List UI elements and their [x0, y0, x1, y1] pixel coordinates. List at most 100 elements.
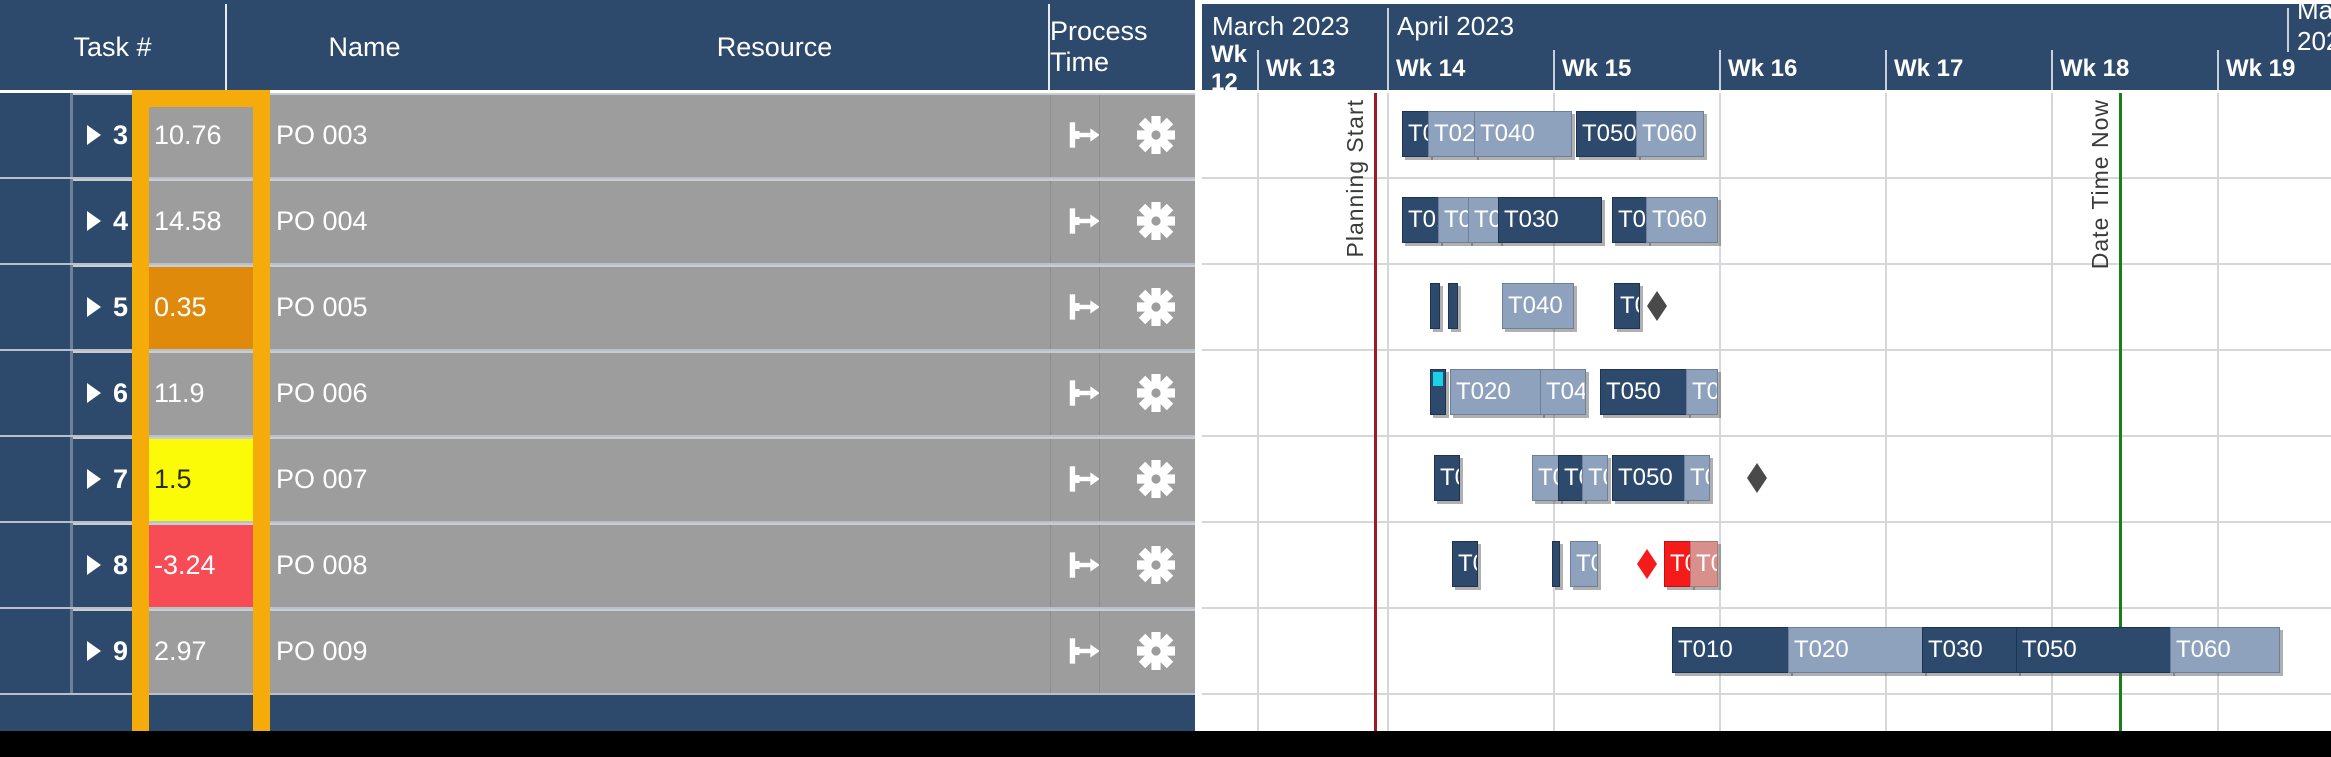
milestone-diamond-icon[interactable]	[1632, 541, 1662, 587]
row-gutter	[0, 437, 70, 521]
task-name-cell[interactable]: PO 005	[261, 265, 1051, 349]
row-gutter	[0, 179, 70, 263]
gantt-bar[interactable]	[1430, 369, 1446, 415]
column-header-task-number[interactable]: Task #	[0, 4, 225, 90]
timeline-week-7: Wk 18	[2060, 55, 2130, 82]
gantt-bar[interactable]	[1552, 541, 1560, 587]
gantt-bar[interactable]	[1430, 283, 1440, 329]
task-name-cell[interactable]: PO 006	[261, 351, 1051, 435]
gantt-bar[interactable]: T020	[1450, 369, 1542, 415]
gantt-bar[interactable]: T060	[1686, 369, 1718, 415]
gantt-bar[interactable]: T060	[1684, 455, 1710, 501]
gantt-bar[interactable]: T010	[1434, 455, 1460, 501]
gantt-bar[interactable]: T020	[1570, 541, 1598, 587]
gantt-chart: March 2023April 2023May 2023Wk 12Wk 13Wk…	[1202, 0, 2331, 757]
task-number-cell[interactable]: 8	[73, 523, 138, 607]
expand-arrow-icon[interactable]	[86, 125, 101, 145]
task-name-cell[interactable]: PO 008	[261, 523, 1051, 607]
expand-arrow-icon[interactable]	[86, 555, 101, 575]
start-to-finish-icon[interactable]	[1065, 288, 1103, 326]
task-number-cell[interactable]: 3	[73, 93, 138, 177]
gear-icon[interactable]	[1137, 202, 1175, 240]
expand-arrow-icon[interactable]	[86, 383, 101, 403]
column-header-process-time[interactable]: Process Time	[1050, 4, 1195, 90]
task-name-label: PO 008	[276, 549, 368, 580]
gantt-bar[interactable]: T050	[1612, 455, 1686, 501]
task-grid-header: Task # Name Resource Process Time	[0, 4, 1195, 90]
row-gutter	[0, 351, 70, 435]
start-to-finish-icon[interactable]	[1065, 546, 1103, 584]
column-header-resource[interactable]: Resource	[502, 4, 1047, 90]
start-to-finish-icon[interactable]	[1065, 374, 1103, 412]
gridline-horizontal	[1202, 607, 2331, 609]
expand-arrow-icon[interactable]	[86, 641, 101, 661]
task-number-label: 9	[112, 635, 128, 666]
gear-icon[interactable]	[1137, 374, 1175, 412]
expand-arrow-icon[interactable]	[86, 469, 101, 489]
gantt-canvas[interactable]: Planning StartDate Time NowT010T020T040T…	[1202, 93, 2331, 731]
task-name-cell[interactable]: PO 009	[261, 609, 1051, 693]
milestone-diamond-icon[interactable]	[1642, 283, 1672, 329]
gantt-bar[interactable]: T020	[1428, 111, 1476, 157]
row-action-icons	[1051, 179, 1195, 263]
gantt-bar[interactable]	[1448, 283, 1458, 329]
task-name-cell[interactable]: PO 003	[261, 93, 1051, 177]
gantt-bar[interactable]: T060	[2170, 627, 2280, 673]
milestone-diamond-icon[interactable]	[1742, 455, 1772, 501]
gantt-bar[interactable]: T025	[1468, 197, 1500, 243]
timeline-month-2: April 2023	[1397, 10, 1515, 41]
gantt-bar[interactable]: T060	[1636, 111, 1704, 157]
icon-cell-divider-1	[1099, 93, 1100, 177]
week-divider	[1387, 50, 1389, 90]
task-number-cell[interactable]: 9	[73, 609, 138, 693]
gear-icon[interactable]	[1137, 632, 1175, 670]
gantt-bar[interactable]: T030	[1558, 455, 1584, 501]
gantt-bar[interactable]: T050	[1612, 197, 1648, 243]
start-to-finish-icon[interactable]	[1065, 632, 1103, 670]
gantt-bar[interactable]: T010	[1672, 627, 1790, 673]
gear-icon[interactable]	[1137, 116, 1175, 154]
task-number-cell[interactable]: 5	[73, 265, 138, 349]
expand-arrow-icon[interactable]	[86, 211, 101, 231]
gantt-bar[interactable]: T050	[1600, 369, 1688, 415]
gantt-bar[interactable]: T010	[1452, 541, 1478, 587]
gantt-bar[interactable]: T050	[1576, 111, 1638, 157]
task-number-cell[interactable]: 7	[73, 437, 138, 521]
gantt-bar[interactable]: T035	[1582, 455, 1608, 501]
gantt-bar[interactable]: T060	[1690, 541, 1718, 587]
gantt-bar[interactable]: T020	[1532, 455, 1560, 501]
row-action-icons	[1051, 437, 1195, 521]
gantt-bar[interactable]: T020	[1438, 197, 1470, 243]
gantt-bar[interactable]: T010	[1402, 197, 1440, 243]
task-number-cell[interactable]: 6	[73, 351, 138, 435]
gear-icon[interactable]	[1137, 546, 1175, 584]
column-header-name[interactable]: Name	[227, 4, 502, 90]
gantt-bar[interactable]: T050	[1664, 541, 1692, 587]
gear-icon[interactable]	[1137, 288, 1175, 326]
gantt-bar[interactable]: T030	[1498, 197, 1602, 243]
gear-icon[interactable]	[1137, 460, 1175, 498]
start-to-finish-icon[interactable]	[1065, 202, 1103, 240]
gantt-bar[interactable]: T050	[2016, 627, 2172, 673]
gantt-bar[interactable]: T060	[1646, 197, 1718, 243]
icon-cell-divider-1	[1099, 351, 1100, 435]
timeline-week-1: Wk 12	[1211, 41, 1247, 96]
task-number-cell[interactable]: 4	[73, 179, 138, 263]
task-number-label: 4	[112, 205, 128, 236]
task-name-cell[interactable]: PO 004	[261, 179, 1051, 263]
gantt-bar[interactable]: T040	[1502, 283, 1574, 329]
row-gutter	[0, 93, 70, 177]
start-to-finish-icon[interactable]	[1065, 460, 1103, 498]
gantt-bar[interactable]: T040	[1474, 111, 1572, 157]
gantt-bar[interactable]: T030	[1922, 627, 2018, 673]
expand-arrow-icon[interactable]	[86, 297, 101, 317]
start-to-finish-icon[interactable]	[1065, 116, 1103, 154]
task-name-cell[interactable]: PO 007	[261, 437, 1051, 521]
gantt-bar[interactable]: T010	[1402, 111, 1430, 157]
gantt-bar[interactable]: T050	[1614, 283, 1640, 329]
gridline-horizontal	[1202, 521, 2331, 523]
task-number-label: 3	[112, 119, 128, 150]
icon-cell-divider-1	[1099, 609, 1100, 693]
gantt-bar[interactable]: T020	[1788, 627, 1924, 673]
gantt-bar[interactable]: T040	[1540, 369, 1586, 415]
